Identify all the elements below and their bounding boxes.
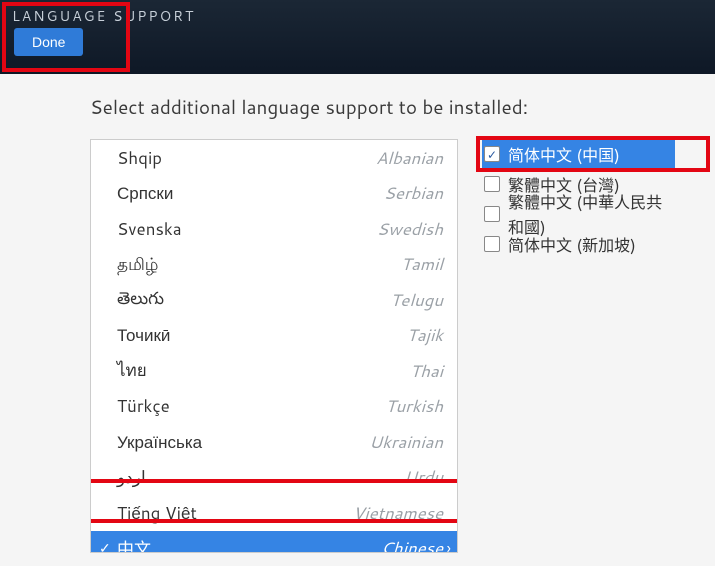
locale-list: ✓简体中文 (中国)繁體中文 (台灣)繁體中文 (中華人民共和國)简体中文 (新… bbox=[482, 139, 675, 553]
locale-checkbox[interactable] bbox=[484, 176, 500, 192]
language-native-label: Svenska bbox=[117, 217, 182, 241]
language-native-label: ไทย bbox=[117, 357, 147, 384]
language-row[interactable]: தமிழ் Tamil bbox=[91, 247, 457, 283]
chevron-right-icon: › bbox=[447, 537, 451, 553]
language-row[interactable]: ✓ 中文 Chinese› bbox=[91, 531, 457, 554]
instruction-text: Select additional language support to be… bbox=[90, 94, 675, 121]
language-native-label: Türkçe bbox=[117, 394, 170, 418]
locale-checkbox[interactable]: ✓ bbox=[484, 146, 500, 162]
language-english-label: Telugu bbox=[390, 288, 443, 312]
language-native-label: Shqip bbox=[117, 146, 162, 170]
content-area: Select additional language support to be… bbox=[0, 74, 715, 553]
locale-checkbox[interactable] bbox=[484, 236, 500, 252]
language-english-label: Turkish bbox=[385, 394, 443, 418]
language-native-label: తెలుగు bbox=[117, 286, 164, 313]
done-button[interactable]: Done bbox=[14, 28, 83, 56]
language-english-label: Vietnamese bbox=[353, 501, 443, 525]
language-english-label: Serbian bbox=[384, 181, 443, 205]
check-icon: ✓ bbox=[99, 538, 111, 553]
language-native-label: Українська bbox=[117, 430, 202, 454]
language-native-label: Tiếng Việt bbox=[117, 501, 197, 525]
language-english-label: Albanian bbox=[376, 146, 443, 170]
language-native-label: Српски bbox=[117, 181, 173, 205]
panels-container: Shqip Albanian Српски Serbian Svenska Swedish… bbox=[90, 139, 675, 553]
language-english-label: Urdu bbox=[404, 465, 443, 489]
language-english-label: Tamil bbox=[401, 252, 443, 276]
locale-label: 简体中文 (新加坡) bbox=[508, 232, 636, 257]
language-row[interactable]: Українська Ukrainian bbox=[91, 424, 457, 460]
language-row[interactable]: Shqip Albanian bbox=[91, 140, 457, 176]
language-native-label: 中文 bbox=[117, 535, 151, 553]
language-english-label: Ukrainian bbox=[369, 430, 443, 454]
locale-row[interactable]: ✓ 简体中文 (中国) bbox=[482, 139, 675, 169]
locale-checkbox[interactable] bbox=[484, 206, 500, 222]
language-row[interactable]: Türkçe Turkish bbox=[91, 389, 457, 425]
language-row[interactable]: ไทย Thai bbox=[91, 353, 457, 389]
language-row[interactable]: Точикӣ Tajik bbox=[91, 318, 457, 354]
language-native-label: தமிழ் bbox=[117, 252, 159, 277]
language-english-label: Tajik bbox=[407, 323, 443, 347]
language-native-label: اردو bbox=[117, 465, 146, 489]
language-english-label: Chinese bbox=[381, 536, 443, 553]
page-title: LANGUAGE SUPPORT bbox=[12, 6, 703, 26]
language-row[interactable]: Tiếng Việt Vietnamese bbox=[91, 495, 457, 531]
header-bar: LANGUAGE SUPPORT Done bbox=[0, 0, 715, 74]
language-row[interactable]: Српски Serbian bbox=[91, 176, 457, 212]
language-row[interactable]: Svenska Swedish bbox=[91, 211, 457, 247]
locale-row[interactable]: 繁體中文 (中華人民共和國) bbox=[482, 199, 675, 229]
language-native-label: Точикӣ bbox=[117, 323, 170, 347]
language-row[interactable]: తెలుగు Telugu bbox=[91, 282, 457, 318]
language-english-label: Swedish bbox=[377, 217, 443, 241]
language-english-label: Thai bbox=[410, 359, 443, 383]
language-row[interactable]: اردو Urdu bbox=[91, 460, 457, 496]
language-list[interactable]: Shqip Albanian Српски Serbian Svenska Swedish… bbox=[90, 139, 458, 553]
locale-label: 简体中文 (中国) bbox=[508, 142, 620, 167]
